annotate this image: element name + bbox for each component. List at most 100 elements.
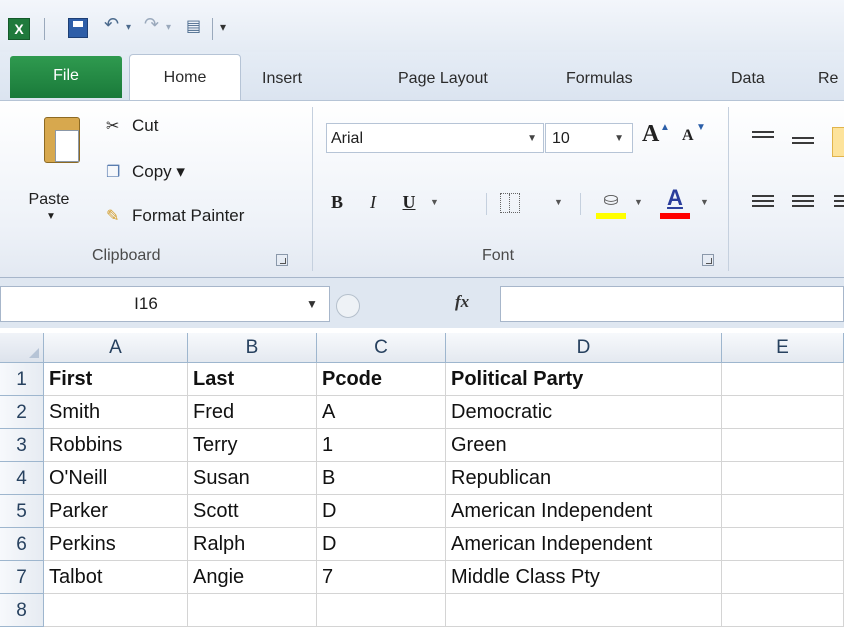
- cell-c4[interactable]: B: [317, 462, 446, 495]
- cell-a6[interactable]: Perkins: [44, 528, 188, 561]
- cell-d2[interactable]: Democratic: [446, 396, 722, 429]
- grow-font-button[interactable]: A: [642, 121, 659, 151]
- column-header-d[interactable]: D: [446, 333, 722, 363]
- cell-a8[interactable]: [44, 594, 188, 627]
- cell-a1[interactable]: First: [44, 363, 188, 396]
- row-header-1[interactable]: 1: [0, 363, 44, 396]
- cell-d1[interactable]: Political Party: [446, 363, 722, 396]
- shrink-font-button[interactable]: A: [682, 127, 694, 157]
- cell-d6[interactable]: American Independent: [446, 528, 722, 561]
- cell-a4[interactable]: O'Neill: [44, 462, 188, 495]
- cell-c8[interactable]: [317, 594, 446, 627]
- redo-dropdown-icon[interactable]: ▾: [166, 22, 171, 33]
- cell-c6[interactable]: D: [317, 528, 446, 561]
- cell-e3[interactable]: [722, 429, 844, 462]
- cell-c1[interactable]: Pcode: [317, 363, 446, 396]
- align-left-icon[interactable]: [752, 195, 774, 211]
- cell-c3[interactable]: 1: [317, 429, 446, 462]
- row-header-6[interactable]: 6: [0, 528, 44, 561]
- save-icon[interactable]: [68, 18, 88, 38]
- row-header-8[interactable]: 8: [0, 594, 44, 627]
- column-header-e[interactable]: E: [722, 333, 844, 363]
- tab-file[interactable]: File: [10, 56, 122, 98]
- form-icon[interactable]: ▤: [186, 16, 201, 36]
- font-size-select[interactable]: 10 ▼: [545, 123, 633, 153]
- undo-icon[interactable]: ↶: [104, 14, 119, 35]
- chevron-down-icon[interactable]: ▼: [306, 297, 318, 311]
- name-box[interactable]: I16 ▼: [0, 286, 330, 322]
- align-center-icon[interactable]: [792, 195, 814, 211]
- italic-button[interactable]: I: [362, 187, 384, 217]
- underline-dropdown-icon[interactable]: ▼: [430, 197, 439, 207]
- cell-e2[interactable]: [722, 396, 844, 429]
- cell-e7[interactable]: [722, 561, 844, 594]
- cell-e1[interactable]: [722, 363, 844, 396]
- tab-page-layout[interactable]: Page Layout: [398, 58, 488, 100]
- select-all-corner[interactable]: [0, 333, 44, 363]
- redo-icon[interactable]: ↷: [144, 14, 159, 35]
- column-header-a[interactable]: A: [44, 333, 188, 363]
- cell-c2[interactable]: A: [317, 396, 446, 429]
- cell-b1[interactable]: Last: [188, 363, 317, 396]
- cell-b3[interactable]: Terry: [188, 429, 317, 462]
- cell-d7[interactable]: Middle Class Pty: [446, 561, 722, 594]
- fill-color-dropdown-icon[interactable]: ▼: [634, 197, 643, 207]
- cell-e4[interactable]: [722, 462, 844, 495]
- cut-button[interactable]: ✂ Cut: [106, 111, 158, 141]
- tab-formulas[interactable]: Formulas: [566, 58, 633, 100]
- tab-insert[interactable]: Insert: [262, 58, 302, 100]
- row-header-7[interactable]: 7: [0, 561, 44, 594]
- cell-b8[interactable]: [188, 594, 317, 627]
- tab-home[interactable]: Home: [129, 54, 241, 103]
- borders-dropdown-icon[interactable]: ▼: [554, 197, 563, 207]
- font-name-select[interactable]: Arial ▼: [326, 123, 544, 153]
- cell-b2[interactable]: Fred: [188, 396, 317, 429]
- underline-button[interactable]: U: [398, 187, 420, 217]
- cell-e5[interactable]: [722, 495, 844, 528]
- cell-b4[interactable]: Susan: [188, 462, 317, 495]
- copy-button[interactable]: ❐ Copy ▾: [106, 157, 185, 187]
- cell-c5[interactable]: D: [317, 495, 446, 528]
- row-header-2[interactable]: 2: [0, 396, 44, 429]
- align-bottom-icon[interactable]: [832, 127, 844, 157]
- tab-data[interactable]: Data: [731, 58, 765, 100]
- cell-d4[interactable]: Republican: [446, 462, 722, 495]
- cell-c7[interactable]: 7: [317, 561, 446, 594]
- undo-dropdown-icon[interactable]: ▾: [126, 22, 131, 33]
- borders-icon[interactable]: [500, 193, 520, 213]
- paste-button[interactable]: Paste ▼: [6, 107, 92, 237]
- cell-b5[interactable]: Scott: [188, 495, 317, 528]
- customize-qat-icon[interactable]: ▾: [220, 20, 226, 34]
- font-launcher-icon[interactable]: [702, 254, 714, 266]
- cell-a7[interactable]: Talbot: [44, 561, 188, 594]
- cell-b7[interactable]: Angie: [188, 561, 317, 594]
- row-header-3[interactable]: 3: [0, 429, 44, 462]
- cell-a5[interactable]: Parker: [44, 495, 188, 528]
- paste-dropdown-icon[interactable]: ▼: [46, 211, 56, 222]
- align-right-icon[interactable]: [834, 195, 844, 211]
- excel-logo-icon[interactable]: X: [8, 18, 30, 40]
- cell-b6[interactable]: Ralph: [188, 528, 317, 561]
- bold-button[interactable]: B: [326, 187, 348, 217]
- cell-d8[interactable]: [446, 594, 722, 627]
- font-color-button[interactable]: A: [660, 185, 690, 211]
- column-header-c[interactable]: C: [317, 333, 446, 363]
- cell-e8[interactable]: [722, 594, 844, 627]
- format-painter-button[interactable]: ✎ Format Painter: [106, 201, 244, 231]
- row-header-4[interactable]: 4: [0, 462, 44, 495]
- column-header-b[interactable]: B: [188, 333, 317, 363]
- clipboard-launcher-icon[interactable]: [276, 254, 288, 266]
- cell-d5[interactable]: American Independent: [446, 495, 722, 528]
- align-top-icon[interactable]: [752, 131, 774, 147]
- row-header-5[interactable]: 5: [0, 495, 44, 528]
- cell-a2[interactable]: Smith: [44, 396, 188, 429]
- tab-review[interactable]: Re: [818, 58, 838, 100]
- cell-d3[interactable]: Green: [446, 429, 722, 462]
- formula-input[interactable]: [500, 286, 844, 322]
- align-middle-icon[interactable]: [792, 137, 814, 153]
- font-color-dropdown-icon[interactable]: ▼: [700, 197, 709, 207]
- cell-a3[interactable]: Robbins: [44, 429, 188, 462]
- insert-function-icon[interactable]: fx: [455, 292, 469, 312]
- fill-color-icon[interactable]: ⛀: [596, 189, 626, 215]
- cell-e6[interactable]: [722, 528, 844, 561]
